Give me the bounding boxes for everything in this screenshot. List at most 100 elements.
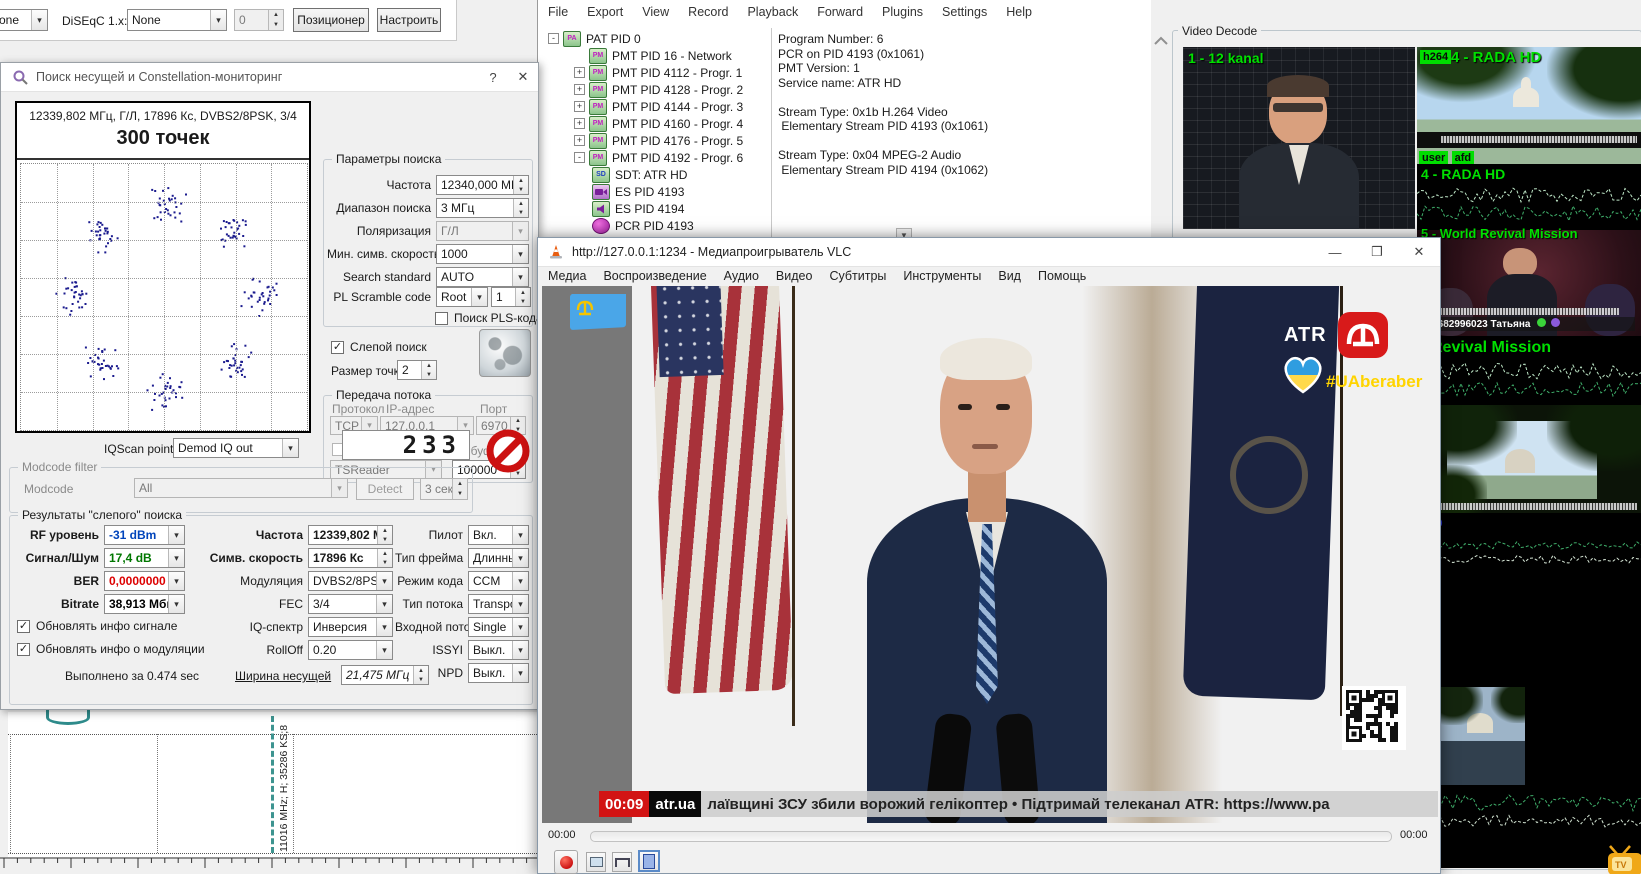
- tree-item[interactable]: +PMPMT PID 4128 - Progr. 2: [544, 81, 770, 98]
- field-combo[interactable]: 0.20▾: [308, 640, 393, 660]
- update-modulation-row[interactable]: ✓ Обновлять инфо о модуляции: [17, 642, 205, 656]
- expand-icon[interactable]: +: [574, 135, 585, 146]
- snapshot-button[interactable]: [586, 852, 606, 872]
- tree-item[interactable]: -PAPAT PID 0: [544, 30, 770, 47]
- tree-item[interactable]: PMPMT PID 16 - Network: [544, 47, 770, 64]
- field-combo[interactable]: 3/4▾: [308, 594, 393, 614]
- diseqc-combo[interactable]: None▾: [127, 9, 227, 31]
- position-spinner[interactable]: 0▲▼: [234, 9, 284, 31]
- pls-search-checkbox-row[interactable]: ✓ Поиск PLS-кода: [435, 311, 543, 325]
- field-combo[interactable]: Выкл.▾: [468, 640, 529, 660]
- field-spin[interactable]: 12339,802 МГц▲▼: [308, 525, 393, 545]
- tree-item[interactable]: ES PID 4193: [544, 183, 770, 200]
- ts-menu-item-8[interactable]: Help: [1006, 5, 1032, 19]
- ts-menu-item-6[interactable]: Plugins: [882, 5, 923, 19]
- tree-item[interactable]: +PMPMT PID 4112 - Progr. 1: [544, 64, 770, 81]
- field-spin[interactable]: 3 МГц▲▼: [436, 198, 529, 218]
- field-combo[interactable]: Выкл.▾: [468, 663, 529, 683]
- vlc-menu-item-0[interactable]: Медиа: [548, 269, 586, 283]
- field-combo[interactable]: 0,0000000▾: [104, 571, 185, 591]
- configure-button[interactable]: Настроить: [377, 8, 441, 32]
- update-signal-row[interactable]: ✓ Обновлять инфо сигнале: [17, 619, 177, 633]
- carrier-marker-line[interactable]: [271, 716, 274, 853]
- expand-icon[interactable]: +: [574, 101, 585, 112]
- field-combo[interactable]: Инверсия▾: [308, 617, 393, 637]
- update-modulation-checkbox[interactable]: ✓: [17, 643, 30, 656]
- field-combo[interactable]: 1000▾: [436, 244, 529, 264]
- vlc-menu-item-4[interactable]: Субтитры: [829, 269, 886, 283]
- expand-icon[interactable]: +: [574, 118, 585, 129]
- dot-size-spinner[interactable]: 2▲▼: [397, 360, 437, 380]
- thumb-capitol-trees[interactable]: [1417, 405, 1641, 513]
- vlc-menu-item-5[interactable]: Инструменты: [903, 269, 981, 283]
- thumb-12kanal[interactable]: 1 - 12 kanal: [1183, 47, 1415, 229]
- ts-menu-item-7[interactable]: Settings: [942, 5, 987, 19]
- carrier-titlebar[interactable]: Поиск несущей и Constellation-мониторинг…: [1, 63, 538, 92]
- iqscan-combo[interactable]: Demod IQ out▾: [173, 438, 299, 458]
- ts-menu-item-4[interactable]: Playback: [747, 5, 798, 19]
- blind-search-checkbox[interactable]: ✓: [331, 341, 344, 354]
- modcode-combo[interactable]: All▾: [134, 478, 348, 498]
- thumb-capitol-dusk[interactable]: [1437, 687, 1525, 785]
- field-combo[interactable]: Вкл.▾: [468, 525, 529, 545]
- collapse-icon[interactable]: -: [548, 33, 559, 44]
- tree-item[interactable]: PCR PID 4193: [544, 217, 770, 234]
- ts-menu-item-5[interactable]: Forward: [817, 5, 863, 19]
- field-combo[interactable]: Transport▾: [468, 594, 529, 614]
- expand-icon[interactable]: +: [574, 84, 585, 95]
- vlc-titlebar[interactable]: http://127.0.0.1:1234 - Медиапроигрывате…: [538, 238, 1440, 267]
- tree-item[interactable]: +PMPMT PID 4176 - Progr. 5: [544, 132, 770, 149]
- ts-menu-item-1[interactable]: Export: [587, 5, 623, 19]
- stop-icon[interactable]: [486, 429, 530, 473]
- record-button[interactable]: [554, 850, 578, 874]
- tree-item[interactable]: ES PID 4194: [544, 200, 770, 217]
- field-combo[interactable]: CCM▾: [468, 571, 529, 591]
- thumb-rada[interactable]: user afd h264 4 - RADA HD: [1417, 47, 1641, 164]
- pl-value-spinner[interactable]: 1▲▼: [491, 287, 531, 307]
- vlc-menu-item-7[interactable]: Помощь: [1038, 269, 1086, 283]
- vlc-menu-item-3[interactable]: Видео: [776, 269, 813, 283]
- maximize-icon[interactable]: ❒: [1356, 239, 1398, 265]
- pls-search-checkbox[interactable]: ✓: [435, 312, 448, 325]
- ts-menu-item-2[interactable]: View: [642, 5, 669, 19]
- field-combo[interactable]: Длинный▾: [468, 548, 529, 568]
- close-icon[interactable]: ✕: [1398, 239, 1440, 265]
- lnb-combo[interactable]: one▾: [0, 9, 48, 31]
- field-combo[interactable]: 17,4 dB▾: [104, 548, 185, 568]
- expand-icon[interactable]: +: [574, 67, 585, 78]
- detect-interval-spinner[interactable]: 3 сек▲▼: [420, 478, 468, 500]
- field-combo[interactable]: Single▾: [468, 617, 529, 637]
- vlc-menu-item-2[interactable]: Аудио: [724, 269, 759, 283]
- minimize-icon[interactable]: —: [1314, 239, 1356, 265]
- tree-item[interactable]: SDSDT: ATR HD: [544, 166, 770, 183]
- seek-slider[interactable]: [590, 831, 1392, 842]
- field-dcombo[interactable]: Г/Л▾: [436, 221, 529, 241]
- update-signal-checkbox[interactable]: ✓: [17, 620, 30, 633]
- field-combo[interactable]: 38,913 Мбит▾: [104, 594, 185, 614]
- thumb-wrm[interactable]: 380682996023 Татьяна: [1417, 230, 1641, 336]
- tree-item[interactable]: +PMPMT PID 4144 - Progr. 3: [544, 98, 770, 115]
- vlc-video-area[interactable]: ATR #UAberaber 00:09 atr.ua лаївщині ЗСУ…: [542, 286, 1438, 823]
- collapse-icon[interactable]: -: [574, 152, 585, 163]
- blind-search-checkbox-row[interactable]: ✓ Слепой поиск: [331, 340, 427, 354]
- field-combo[interactable]: AUTO▾: [436, 267, 529, 287]
- positioner-button[interactable]: Позиционер: [293, 8, 369, 32]
- tree-item[interactable]: +PMPMT PID 4160 - Progr. 4: [544, 115, 770, 132]
- field-spin[interactable]: 17896 Кс▲▼: [308, 548, 393, 568]
- vlc-menu-item-1[interactable]: Воспроизведение: [603, 269, 706, 283]
- detect-button[interactable]: Detect: [356, 478, 414, 500]
- pl-mode-combo[interactable]: Root▾: [436, 287, 488, 307]
- field-combo[interactable]: -31 dBm▾: [104, 525, 185, 545]
- carrier-width-spinner[interactable]: 21,475 МГц▲▼: [341, 665, 429, 685]
- close-button[interactable]: ✕: [508, 64, 538, 90]
- ts-menu-item-3[interactable]: Record: [688, 5, 728, 19]
- vlc-menu-item-6[interactable]: Вид: [998, 269, 1021, 283]
- chevron-up-icon[interactable]: [1153, 36, 1169, 46]
- frame-button[interactable]: [638, 850, 660, 872]
- tree-item[interactable]: -PMPMT PID 4192 - Progr. 6: [544, 149, 770, 166]
- ts-menu-item-0[interactable]: File: [548, 5, 568, 19]
- ab-loop-button[interactable]: [612, 852, 632, 872]
- field-combo[interactable]: DVBS2/8PSK▾: [308, 571, 393, 591]
- carrier-width-link[interactable]: Ширина несущей: [235, 669, 331, 683]
- help-button[interactable]: ?: [478, 64, 508, 90]
